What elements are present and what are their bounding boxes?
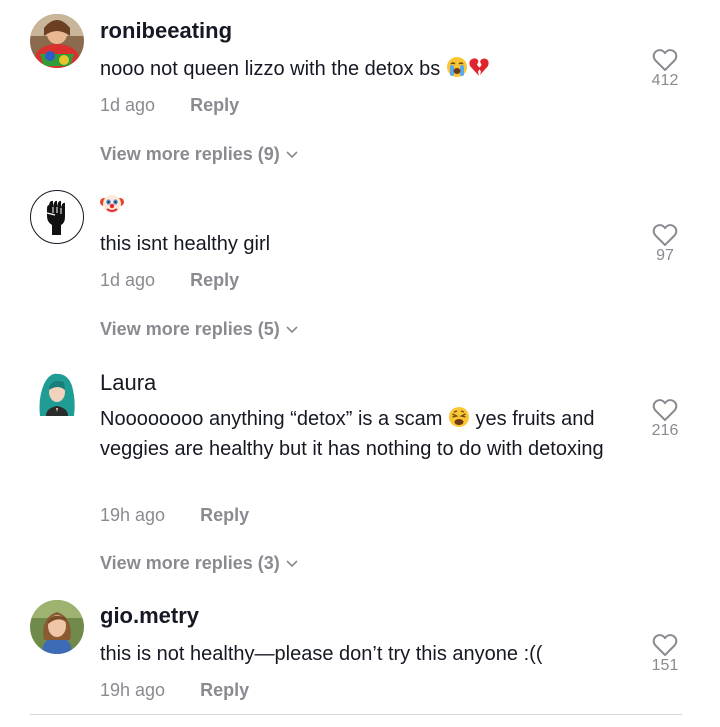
view-more-replies-label: View more replies (9) (100, 144, 280, 164)
view-more-replies-button[interactable]: View more replies (9) (100, 144, 298, 165)
comment-text: Noooooooo anything “detox” is a scam yes… (100, 404, 610, 464)
comment-text: nooo not queen lizzo with the detox bs (100, 54, 620, 84)
comment-meta: 1d ago Reply (100, 270, 239, 291)
reply-button[interactable]: Reply (200, 505, 249, 525)
comment-time: 1d ago (100, 270, 156, 290)
chevron-down-icon (286, 560, 298, 568)
view-more-replies-label: View more replies (3) (100, 553, 280, 573)
comment-meta: 1d ago Reply (100, 95, 239, 116)
reply-button[interactable]: Reply (190, 270, 239, 290)
like-button[interactable]: 412 (640, 48, 690, 90)
comment-text: this isnt healthy girl (100, 233, 271, 255)
divider (30, 714, 682, 715)
heart-icon (652, 49, 678, 71)
loudly-crying-face-icon (446, 57, 467, 77)
broken-heart-icon (469, 58, 489, 76)
avatar-photo (30, 14, 84, 68)
comment-username[interactable]: gio.metry (100, 603, 199, 629)
chevron-down-icon (286, 326, 298, 334)
avatar[interactable] (30, 368, 84, 422)
comment-time: 19h ago (100, 680, 166, 700)
comment-text-part1: Noooooooo anything “detox” is a scam (100, 408, 443, 430)
like-count: 151 (651, 657, 679, 674)
like-count: 412 (651, 72, 679, 89)
raised-fist-icon (46, 200, 65, 235)
like-button[interactable]: 216 (640, 398, 690, 440)
comment-username[interactable]: ronibeeating (100, 18, 232, 44)
comment-time: 1d ago (100, 95, 156, 115)
heart-icon (652, 399, 678, 421)
reply-button[interactable]: Reply (190, 95, 239, 115)
avatar-photo (30, 600, 84, 654)
comment-text-body: nooo not queen lizzo with the detox bs (100, 58, 441, 80)
avatar-illustration (39, 373, 75, 416)
view-more-replies-button[interactable]: View more replies (5) (100, 319, 298, 340)
like-count: 216 (651, 422, 679, 439)
reply-button[interactable]: Reply (200, 680, 249, 700)
like-button[interactable]: 97 (640, 223, 690, 265)
comment-text: this is not healthy—please don’t try thi… (100, 643, 543, 665)
view-more-replies-button[interactable]: View more replies (3) (100, 553, 298, 574)
like-button[interactable]: 151 (640, 633, 690, 675)
comment-username[interactable] (100, 192, 124, 219)
like-count: 97 (656, 247, 674, 264)
avatar[interactable] (30, 190, 84, 244)
comment-meta: 19h ago Reply (100, 680, 249, 701)
clown-face-icon (100, 195, 124, 213)
weary-face-icon (448, 407, 469, 427)
chevron-down-icon (286, 151, 298, 159)
comment-meta: 19h ago Reply (100, 505, 249, 526)
heart-icon (652, 634, 678, 656)
avatar[interactable] (30, 600, 84, 654)
comment-username[interactable]: Laura (100, 370, 156, 396)
comment-time: 19h ago (100, 505, 166, 525)
heart-icon (652, 224, 678, 246)
view-more-replies-label: View more replies (5) (100, 319, 280, 339)
avatar[interactable] (30, 14, 84, 68)
